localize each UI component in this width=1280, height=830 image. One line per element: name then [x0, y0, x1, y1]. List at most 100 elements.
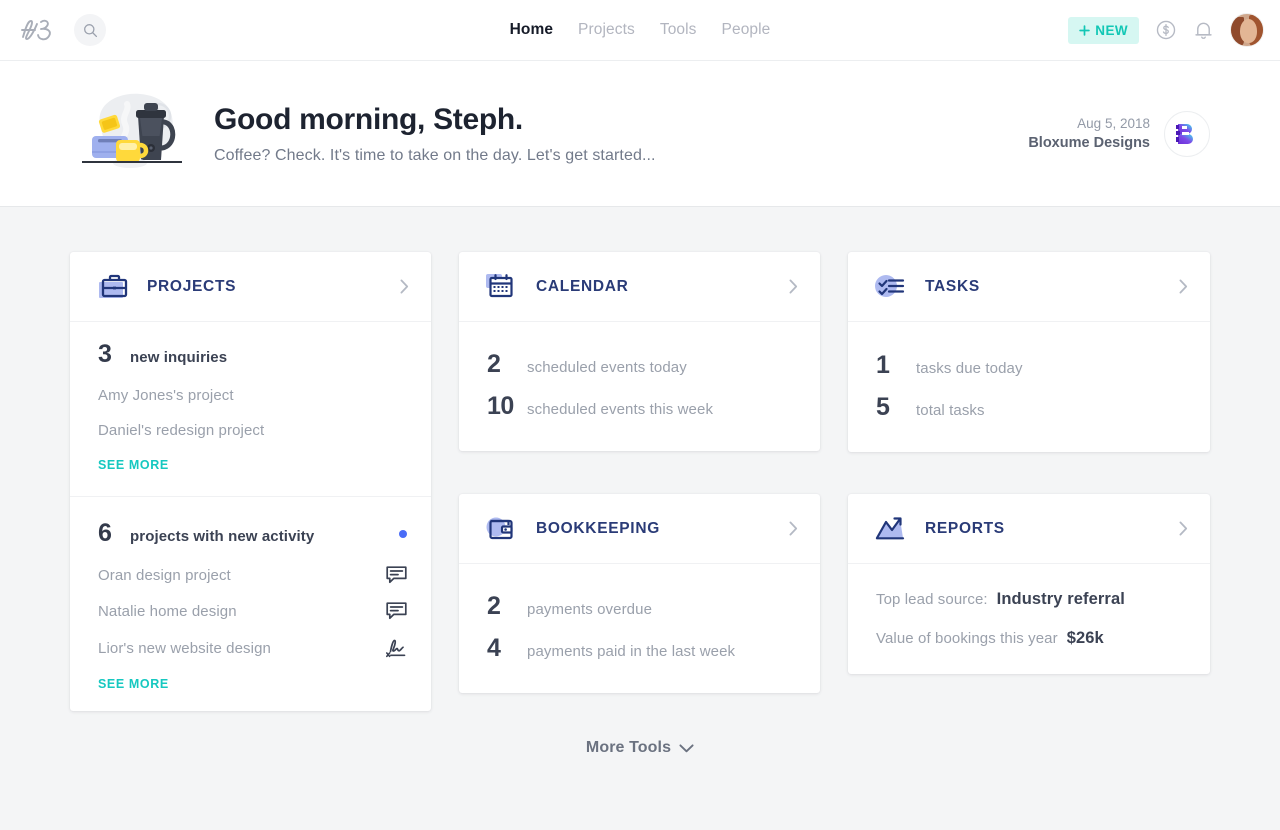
chevron-right-icon[interactable] [1179, 279, 1188, 294]
stat-row: 1 tasks due today [876, 351, 1186, 380]
reports-card-header[interactable]: REPORTS [848, 494, 1210, 564]
project-name: Natalie home design [98, 602, 237, 620]
chevron-right-icon[interactable] [400, 279, 409, 294]
bookkeeping-stat-label: payments overdue [527, 601, 653, 618]
tasks-card-body: 1 tasks due today 5 total tasks [848, 322, 1210, 452]
tasks-stat-value: 1 [876, 351, 890, 379]
greeting-subtitle: Coffee? Check. It's time to take on the … [214, 146, 656, 164]
dollar-circle-icon [1156, 20, 1176, 40]
more-tools-toggle[interactable]: More Tools [0, 739, 1280, 757]
nav-link-projects[interactable]: Projects [578, 21, 635, 39]
comment-icon[interactable] [386, 602, 407, 620]
tasks-checklist-icon [872, 268, 910, 306]
list-item[interactable]: Oran design project [98, 566, 407, 584]
calendar-stat-value: 2 [487, 350, 501, 378]
bookkeeping-stat-value: 4 [487, 634, 501, 662]
company-meta: Aug 5, 2018 Bloxume Designs [1028, 116, 1150, 151]
payments-button[interactable] [1155, 19, 1177, 41]
tasks-stat-label: total tasks [916, 402, 985, 419]
report-row: Value of bookings this year $26k [876, 629, 1186, 648]
new-button[interactable]: NEW [1068, 16, 1139, 44]
greeting-banner: Good morning, Steph. Coffee? Check. It's… [0, 61, 1280, 207]
chevron-right-icon[interactable] [1179, 521, 1188, 536]
project-name: Lior's new website design [98, 639, 271, 657]
wallet-icon [483, 510, 521, 548]
user-avatar[interactable] [1230, 13, 1264, 47]
stat-row: 10 scheduled events this week [487, 392, 796, 421]
list-item[interactable]: Natalie home design [98, 602, 407, 620]
bookings-value-label: Value of bookings this year [876, 630, 1058, 647]
new-button-label: NEW [1095, 22, 1128, 38]
bookkeeping-card-title: BOOKKEEPING [536, 519, 660, 537]
notifications-button[interactable] [1193, 19, 1214, 41]
calendar-card: CALENDAR 2 scheduled events today 10 sch… [459, 252, 820, 451]
chevron-right-icon[interactable] [789, 521, 798, 536]
chevron-down-icon [679, 743, 694, 752]
stat-row: 2 payments overdue [487, 592, 796, 621]
notification-bell-icon [1195, 22, 1212, 39]
nav-link-tools[interactable]: Tools [660, 21, 697, 39]
bookkeeping-card: BOOKKEEPING 2 payments overdue 4 payment… [459, 494, 820, 693]
project-name: Oran design project [98, 566, 231, 584]
see-more-inquiries[interactable]: SEE MORE [98, 458, 169, 472]
calendar-stat-value: 10 [487, 392, 514, 420]
list-item[interactable]: Lior's new website design [98, 638, 407, 658]
company-logo[interactable] [1164, 110, 1210, 157]
avatar-face [1240, 19, 1257, 43]
nav-right-actions: NEW [1068, 13, 1264, 47]
current-date: Aug 5, 2018 [1077, 116, 1150, 131]
new-activity-headline: 6 projects with new activity [98, 519, 407, 548]
tasks-card-header[interactable]: TASKS [848, 252, 1210, 322]
nav-link-home[interactable]: Home [510, 21, 553, 39]
bookkeeping-card-header[interactable]: BOOKKEEPING [459, 494, 820, 564]
more-tools-label: More Tools [585, 739, 672, 756]
list-item[interactable]: Amy Jones's project [98, 387, 407, 404]
tasks-stat-label: tasks due today [916, 360, 1023, 377]
project-name: Amy Jones's project [98, 387, 234, 404]
bookkeeping-stat-value: 2 [487, 592, 501, 620]
activity-label: projects with new activity [130, 528, 315, 545]
report-row: Top lead source: Industry referral [876, 590, 1186, 609]
top-lead-source-label: Top lead source: [876, 591, 988, 608]
page-title: Good morning, Steph. [214, 102, 523, 136]
unread-activity-dot [399, 529, 407, 538]
briefcase-icon [94, 268, 132, 306]
nav-link-people[interactable]: People [722, 21, 771, 39]
search-button[interactable] [74, 14, 106, 46]
projects-card-body: 3 new inquiries Amy Jones's project Dani… [70, 322, 431, 711]
top-lead-source-value: Industry referral [996, 590, 1125, 608]
comment-icon[interactable] [386, 566, 407, 584]
search-icon [83, 23, 97, 37]
signature-icon[interactable] [386, 638, 407, 658]
reports-card: REPORTS Top lead source: Industry referr… [848, 494, 1210, 674]
calendar-stat-label: scheduled events today [527, 359, 687, 376]
company-name: Bloxume Designs [1028, 135, 1150, 151]
honeybook-logo[interactable] [18, 15, 60, 45]
top-navigation-bar: Home Projects Tools People NEW [0, 0, 1280, 61]
tasks-card-title: TASKS [925, 277, 980, 295]
coffee-illustration [78, 88, 186, 180]
projects-card-title: PROJECTS [147, 277, 237, 295]
list-item[interactable]: Daniel's redesign project [98, 422, 407, 439]
calendar-stat-label: scheduled events this week [527, 401, 714, 418]
see-more-activity[interactable]: SEE MORE [98, 677, 169, 691]
new-inquiries-headline: 3 new inquiries [98, 340, 407, 369]
project-name: Daniel's redesign project [98, 422, 265, 439]
greeting-text-block: Good morning, Steph. Coffee? Check. It's… [214, 103, 656, 165]
bookkeeping-stat-label: payments paid in the last week [527, 643, 736, 660]
reports-card-title: REPORTS [925, 519, 1005, 537]
calendar-card-title: CALENDAR [536, 277, 629, 295]
chevron-right-icon[interactable] [789, 279, 798, 294]
tasks-card: TASKS 1 tasks due today 5 total tasks [848, 252, 1210, 452]
projects-divider [70, 496, 431, 497]
new-inquiries-label: new inquiries [130, 349, 228, 366]
stat-row: 2 scheduled events today [487, 350, 796, 379]
calendar-card-header[interactable]: CALENDAR [459, 252, 820, 322]
projects-card-header[interactable]: PROJECTS [70, 252, 431, 322]
bookings-value-amount: $26k [1066, 629, 1104, 647]
bookkeeping-card-body: 2 payments overdue 4 payments paid in th… [459, 564, 820, 693]
dashboard-grid: PROJECTS 3 new inquiries Amy Jones's pro… [0, 207, 1280, 711]
chart-growth-icon [872, 510, 910, 548]
projects-card: PROJECTS 3 new inquiries Amy Jones's pro… [70, 252, 431, 711]
calendar-icon [483, 268, 521, 306]
